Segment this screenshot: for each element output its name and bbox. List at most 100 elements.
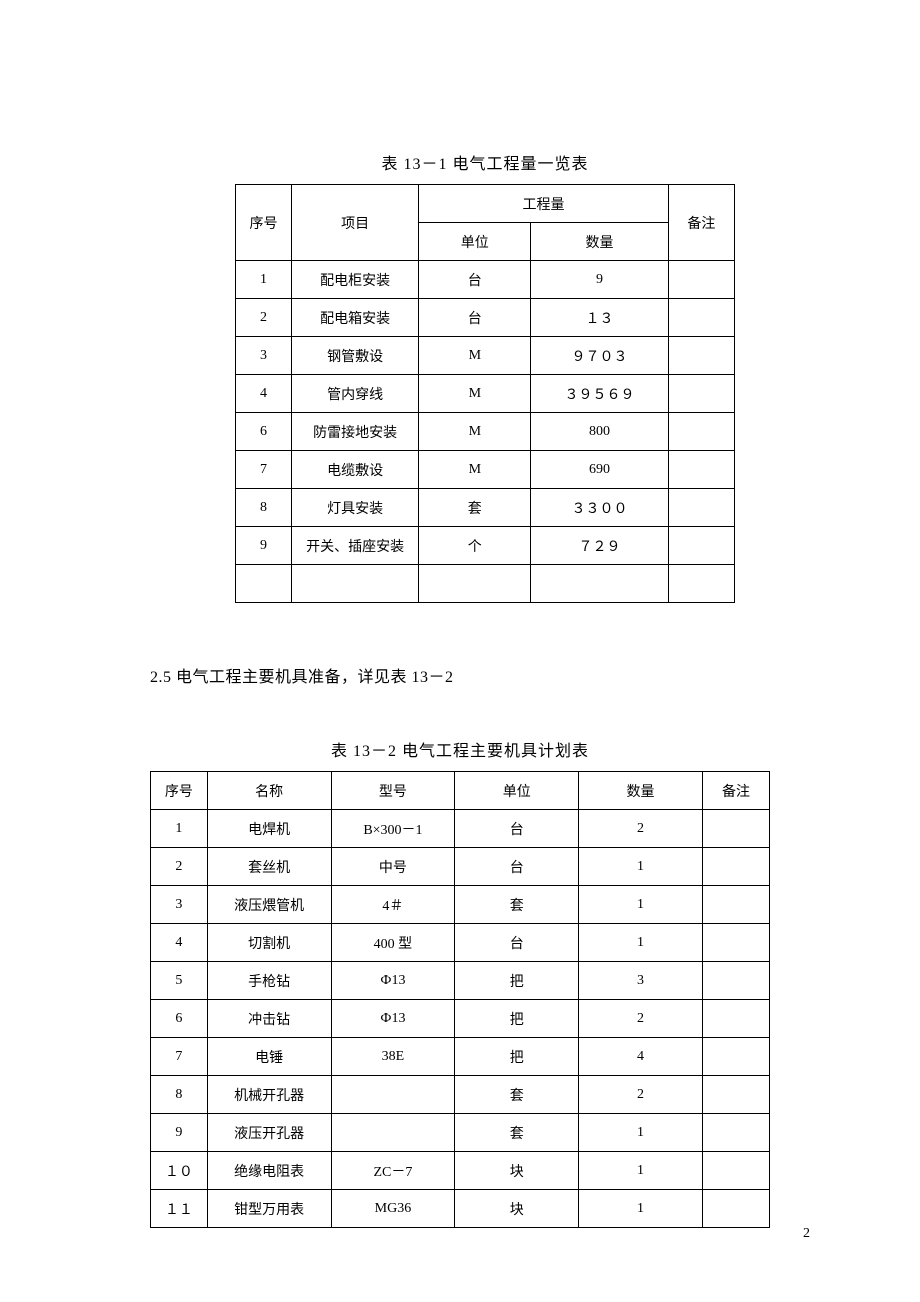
table-row: 3液压煨管机4＃套1 (151, 886, 770, 924)
table-row: 4切割机400 型台1 (151, 924, 770, 962)
table2-cell-name: 机械开孔器 (207, 1076, 331, 1114)
table2-cell-qty: 2 (579, 810, 703, 848)
table2-cell-unit: 块 (455, 1190, 579, 1228)
table1-cell-seq: 4 (236, 375, 292, 413)
table2-cell-seq: 5 (151, 962, 208, 1000)
table2-cell-seq: 8 (151, 1076, 208, 1114)
table1-header-qty: 数量 (531, 223, 668, 261)
table1-cell-unit (419, 565, 531, 603)
table1-cell-unit: M (419, 337, 531, 375)
table1-header-note: 备注 (668, 185, 734, 261)
table2-cell-qty: 2 (579, 1076, 703, 1114)
table2-cell-qty: 3 (579, 962, 703, 1000)
table2-cell-note (702, 962, 769, 1000)
table1-cell-seq: 1 (236, 261, 292, 299)
table2-cell-unit: 块 (455, 1152, 579, 1190)
table2-cell-seq: １１ (151, 1190, 208, 1228)
table1-title: 表 13－1 电气工程量一览表 (200, 150, 770, 174)
table1-cell-note (668, 489, 734, 527)
section-text: 2.5 电气工程主要机具准备，详见表 13－2 (150, 663, 770, 687)
table2-cell-name: 液压开孔器 (207, 1114, 331, 1152)
table2-cell-qty: 1 (579, 886, 703, 924)
table-row: 7电锤38E把4 (151, 1038, 770, 1076)
table1-cell-qty: ３３００ (531, 489, 668, 527)
table2-cell-note (702, 1038, 769, 1076)
table2-cell-name: 电焊机 (207, 810, 331, 848)
table1-cell-note (668, 565, 734, 603)
table-row: 2配电箱安装台１３ (236, 299, 735, 337)
table2-cell-name: 套丝机 (207, 848, 331, 886)
table2-cell-name: 液压煨管机 (207, 886, 331, 924)
table-row: 3钢管敷设M９７０３ (236, 337, 735, 375)
table1-cell-item: 防雷接地安装 (292, 413, 419, 451)
table-row: 9开关、插座安装个７２９ (236, 527, 735, 565)
table2-cell-model: MG36 (331, 1190, 455, 1228)
table1-cell-item: 配电柜安装 (292, 261, 419, 299)
table2-cell-seq: 4 (151, 924, 208, 962)
table1-cell-item: 钢管敷设 (292, 337, 419, 375)
table2-cell-unit: 套 (455, 1076, 579, 1114)
table1-cell-note (668, 527, 734, 565)
table2-cell-unit: 台 (455, 924, 579, 962)
table2-cell-unit: 把 (455, 962, 579, 1000)
table1-cell-qty: 690 (531, 451, 668, 489)
table2-cell-model (331, 1114, 455, 1152)
table-row: 6防雷接地安装M800 (236, 413, 735, 451)
table2-cell-seq: １０ (151, 1152, 208, 1190)
table2-header-model: 型号 (331, 772, 455, 810)
table1-cell-unit: M (419, 451, 531, 489)
table2-cell-model: B×300－1 (331, 810, 455, 848)
table2-header-note: 备注 (702, 772, 769, 810)
table2-header-qty: 数量 (579, 772, 703, 810)
table2-cell-note (702, 1152, 769, 1190)
table-row: 9液压开孔器套1 (151, 1114, 770, 1152)
table1-cell-unit: 套 (419, 489, 531, 527)
table1-cell-seq: 6 (236, 413, 292, 451)
table2-cell-model (331, 1076, 455, 1114)
page-number: 2 (803, 1226, 810, 1242)
table1-cell-note (668, 299, 734, 337)
table2-cell-note (702, 1114, 769, 1152)
table1-cell-qty: １３ (531, 299, 668, 337)
table2-cell-model: 中号 (331, 848, 455, 886)
table-row: 8灯具安装套３３００ (236, 489, 735, 527)
table-row: 4管内穿线M３９５６９ (236, 375, 735, 413)
table2-cell-note (702, 848, 769, 886)
table1-header-item: 项目 (292, 185, 419, 261)
table2-cell-note (702, 810, 769, 848)
table1-cell-qty (531, 565, 668, 603)
table1-cell-note (668, 337, 734, 375)
table1-cell-qty: ３９５６９ (531, 375, 668, 413)
table1-cell-unit: M (419, 375, 531, 413)
table-row: 1电焊机B×300－1台2 (151, 810, 770, 848)
table2-cell-seq: 1 (151, 810, 208, 848)
table2-cell-qty: 1 (579, 848, 703, 886)
table1-cell-qty: 800 (531, 413, 668, 451)
table1-cell-note (668, 375, 734, 413)
table2: 序号 名称 型号 单位 数量 备注 1电焊机B×300－1台22套丝机中号台13… (150, 771, 770, 1228)
table1-cell-unit: 个 (419, 527, 531, 565)
table-header-row: 序号 项目 工程量 备注 (236, 185, 735, 223)
table2-cell-name: 手枪钻 (207, 962, 331, 1000)
table1-cell-qty: 9 (531, 261, 668, 299)
table1-cell-item (292, 565, 419, 603)
table1-cell-note (668, 261, 734, 299)
table2-cell-seq: 3 (151, 886, 208, 924)
table2-cell-seq: 6 (151, 1000, 208, 1038)
table-row: 1配电柜安装台9 (236, 261, 735, 299)
table2-cell-qty: 4 (579, 1038, 703, 1076)
table1-cell-seq: 2 (236, 299, 292, 337)
table2-cell-seq: 9 (151, 1114, 208, 1152)
table1-cell-item: 灯具安装 (292, 489, 419, 527)
table2-cell-model: 4＃ (331, 886, 455, 924)
table2-cell-model: 38E (331, 1038, 455, 1076)
table1-cell-unit: 台 (419, 261, 531, 299)
table1-header-unit: 单位 (419, 223, 531, 261)
table1-header-seq: 序号 (236, 185, 292, 261)
table2-cell-model: Ф13 (331, 1000, 455, 1038)
table2-cell-name: 冲击钻 (207, 1000, 331, 1038)
table2-title: 表 13－2 电气工程主要机具计划表 (150, 737, 770, 761)
table1-cell-qty: ７２９ (531, 527, 668, 565)
table2-cell-name: 电锤 (207, 1038, 331, 1076)
table1-cell-seq: 8 (236, 489, 292, 527)
